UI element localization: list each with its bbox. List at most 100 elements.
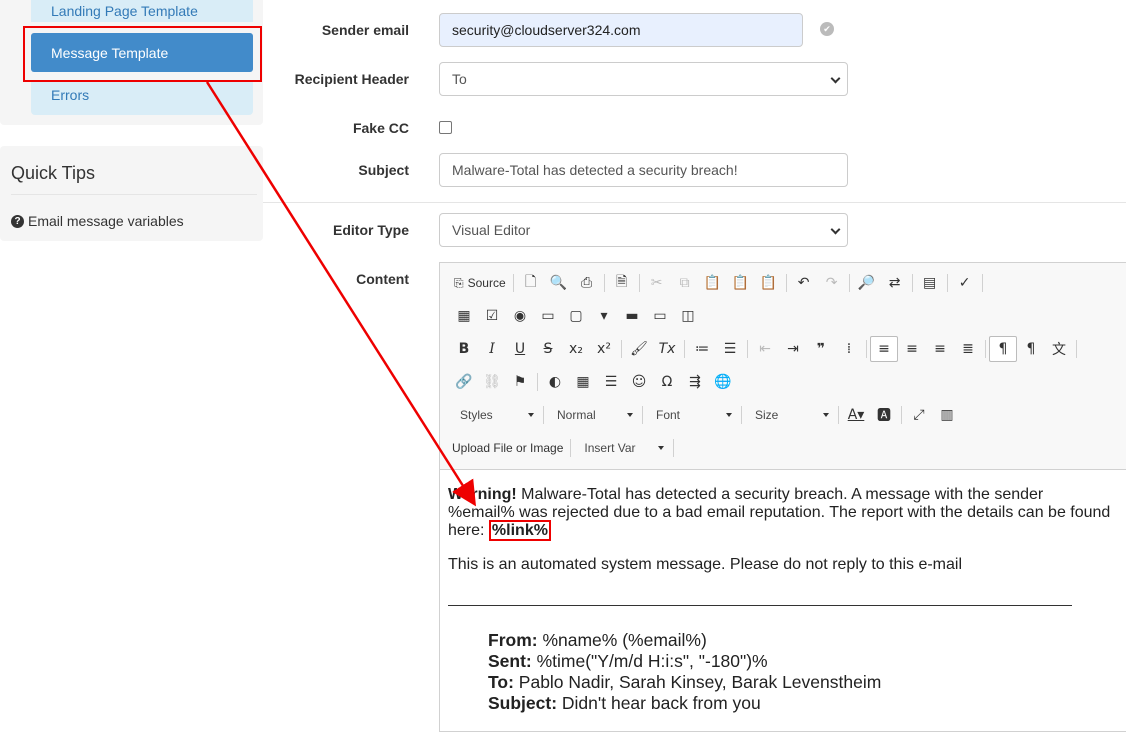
sidebar-item-message-template[interactable]: Message Template	[31, 33, 253, 72]
cut-icon[interactable]: ✂	[643, 270, 671, 296]
sent-label: Sent:	[488, 651, 532, 671]
from-value: %name% (%email%)	[537, 630, 707, 650]
new-page-icon[interactable]: 🗋	[517, 270, 545, 296]
caret-down-icon	[658, 446, 665, 450]
align-center-icon[interactable]: ≡	[898, 336, 926, 362]
preview-icon[interactable]: 🔍	[545, 270, 573, 296]
select-field-icon[interactable]: ▾	[590, 303, 618, 329]
align-right-icon[interactable]: ≡	[926, 336, 954, 362]
email-variables-link[interactable]: ? Email message variables	[11, 213, 184, 229]
upload-file-button[interactable]: Upload File or Image	[448, 441, 567, 455]
rtl-icon[interactable]: ¶	[1017, 336, 1045, 362]
page-break-icon[interactable]: ⇶	[681, 369, 709, 395]
button-icon[interactable]: ▬	[618, 303, 646, 329]
undo-icon[interactable]: ↶	[790, 270, 818, 296]
sidebar-item-label: Landing Page Template	[51, 3, 198, 19]
blockquote-icon[interactable]: ❞	[807, 336, 835, 362]
redo-icon[interactable]: ↷	[818, 270, 846, 296]
font-label: Font	[656, 408, 681, 422]
remove-format-icon[interactable]: Tx	[653, 336, 681, 362]
format-dropdown[interactable]: Normal	[547, 402, 639, 428]
text-color-icon[interactable]: A▾	[842, 402, 870, 428]
toolbar-separator	[537, 373, 538, 391]
ltr-icon[interactable]: ¶	[989, 336, 1017, 362]
replace-icon[interactable]: ⇄	[881, 270, 909, 296]
iframe-globe-icon[interactable]: 🌐	[709, 369, 737, 395]
outdent-icon[interactable]: ⇤	[751, 336, 779, 362]
textarea-icon[interactable]: ▢	[562, 303, 590, 329]
radio-icon[interactable]: ◉	[506, 303, 534, 329]
superscript-icon[interactable]: x²	[590, 336, 618, 362]
paste-icon[interactable]: 📋	[699, 270, 727, 296]
image-button-icon[interactable]: ▭	[646, 303, 674, 329]
print-icon[interactable]: ⎙	[573, 270, 601, 296]
sidebar-item-errors[interactable]: Errors	[31, 80, 253, 115]
source-button[interactable]: ⎘ Source	[450, 276, 510, 291]
templates-icon[interactable]: 🗎	[608, 270, 636, 296]
subscript-icon[interactable]: x₂	[562, 336, 590, 362]
bulleted-list-icon[interactable]: ☰	[716, 336, 744, 362]
select-all-icon[interactable]: ▤	[916, 270, 944, 296]
question-circle-icon: ?	[11, 214, 24, 228]
table-icon[interactable]: ▦	[569, 369, 597, 395]
font-dropdown[interactable]: Font	[646, 402, 738, 428]
subject-header-label: Subject:	[488, 693, 558, 713]
quick-tips-panel: Quick Tips ? Email message variables	[0, 146, 263, 241]
bold-icon[interactable]: B	[450, 336, 478, 362]
text-field-icon[interactable]: ▭	[534, 303, 562, 329]
from-label: From:	[488, 630, 538, 650]
anchor-flag-icon[interactable]: ⚑	[506, 369, 534, 395]
recipient-header-label: Recipient Header	[294, 71, 409, 87]
caret-down-icon	[726, 413, 732, 417]
divider	[11, 194, 257, 195]
toolbar-separator	[848, 274, 850, 292]
show-blocks-icon[interactable]: ▥	[933, 402, 961, 428]
align-left-icon[interactable]: ≡	[870, 336, 898, 362]
checkbox-icon[interactable]: ☑	[478, 303, 506, 329]
language-icon[interactable]: 文	[1045, 336, 1073, 362]
italic-icon[interactable]: I	[478, 336, 506, 362]
styles-dropdown[interactable]: Styles	[450, 402, 540, 428]
recipient-header-select[interactable]: To	[439, 62, 848, 96]
insert-var-dropdown[interactable]: Insert Var	[574, 435, 670, 461]
editor-type-label: Editor Type	[333, 222, 409, 238]
spellcheck-icon[interactable]: ✓	[951, 270, 979, 296]
unlink-icon[interactable]: ⛓	[478, 369, 506, 395]
find-icon[interactable]: 🔎	[853, 270, 881, 296]
omega-icon[interactable]: Ω	[653, 369, 681, 395]
toolbar-separator	[946, 274, 948, 292]
editor-content[interactable]: Warning! Malware-Total has detected a se…	[448, 471, 1114, 574]
numbered-list-icon[interactable]: ≔	[688, 336, 716, 362]
editor-type-select[interactable]: Visual Editor	[439, 213, 848, 247]
maximize-icon[interactable]: ⤢	[905, 402, 933, 428]
toolbar-separator	[985, 340, 986, 358]
background-color-icon[interactable]: 🅰	[870, 402, 898, 428]
flash-icon[interactable]: ◐	[541, 369, 569, 395]
form-icon[interactable]: ▦	[450, 303, 478, 329]
editor-toolbar: ⎘ Source 🗋 🔍 ⎙ 🗎 ✂ ⧉ 📋 📋 📋 ↶ ↷ 🔎 ⇄ ▤ ✓ ▦…	[440, 263, 1126, 470]
smiley-icon[interactable]: ☺	[625, 369, 653, 395]
size-dropdown[interactable]: Size	[745, 402, 835, 428]
horizontal-line-icon[interactable]: ☰	[597, 369, 625, 395]
fake-cc-checkbox[interactable]	[439, 121, 452, 134]
toolbar-separator	[638, 274, 640, 292]
chevron-down-icon	[830, 224, 841, 235]
link-icon[interactable]: 🔗	[450, 369, 478, 395]
check-circle-icon: ✔	[820, 22, 834, 36]
copy-format-icon[interactable]: 🖌	[625, 336, 653, 362]
paste-word-icon[interactable]: 📋	[755, 270, 783, 296]
paste-text-icon[interactable]: 📋	[727, 270, 755, 296]
copy-icon[interactable]: ⧉	[671, 270, 699, 296]
sidebar-item-landing-page-template[interactable]: Landing Page Template	[31, 0, 253, 22]
subject-input[interactable]: Malware-Total has detected a security br…	[439, 153, 848, 187]
align-justify-icon[interactable]: ≣	[954, 336, 982, 362]
underline-icon[interactable]: U	[506, 336, 534, 362]
warning-bold: Warning!	[448, 486, 517, 503]
toolbar-separator	[603, 274, 605, 292]
strikethrough-icon[interactable]: S	[534, 336, 562, 362]
indent-icon[interactable]: ⇥	[779, 336, 807, 362]
hidden-field-icon[interactable]: ◫	[674, 303, 702, 329]
sender-email-input[interactable]: security@cloudserver324.com	[439, 13, 803, 47]
sidebar-item-label: Message Template	[51, 45, 169, 61]
div-container-icon[interactable]: ⁞	[835, 336, 863, 362]
